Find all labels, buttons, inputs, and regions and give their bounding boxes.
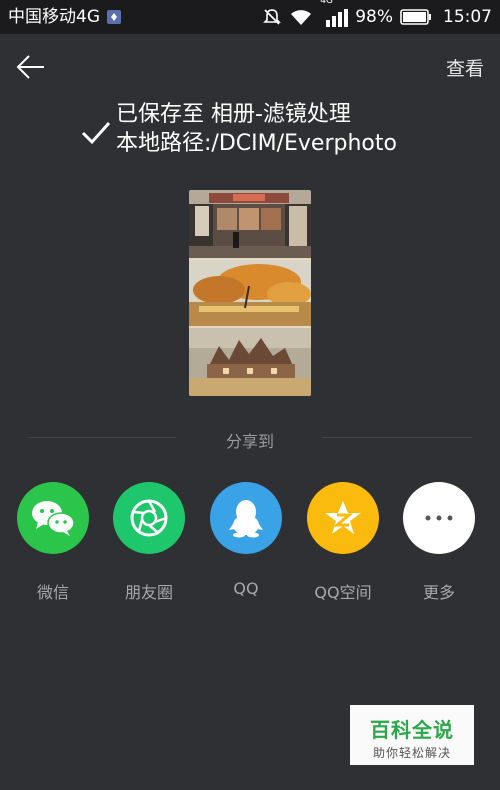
share-qq-button[interactable]: QQ xyxy=(209,482,283,598)
notification-icon xyxy=(107,10,121,24)
share-wechat-label: 微信 xyxy=(36,583,69,602)
divider-right xyxy=(322,437,472,438)
status-bar: 中国移动4G 4G 98% 15:07 xyxy=(0,0,500,34)
network-badge: 4G xyxy=(320,0,333,6)
share-moments-label: 朋友圈 xyxy=(124,583,173,602)
share-qzone-button[interactable]: QQ空间 xyxy=(306,482,380,603)
checkmark-icon xyxy=(81,121,111,145)
share-moments-button[interactable]: 朋友圈 xyxy=(112,482,186,603)
clock: 15:07 xyxy=(443,7,492,27)
watermark-subtitle: 助你轻松解决 xyxy=(372,746,451,760)
view-button[interactable]: 查看 xyxy=(446,54,484,81)
saved-album-text: 已保存至 相册-滤镜处理 xyxy=(116,102,351,127)
silent-icon xyxy=(263,9,282,25)
battery-percent: 98% xyxy=(355,7,393,27)
share-more-label: 更多 xyxy=(422,583,455,602)
photo-storefront xyxy=(189,190,311,258)
photo-castle xyxy=(189,328,311,396)
signal-icon xyxy=(326,9,349,27)
carrier-label: 中国移动4G xyxy=(8,7,100,27)
back-arrow-icon[interactable] xyxy=(14,50,48,84)
app-bar: 查看 xyxy=(0,34,500,100)
battery-icon xyxy=(400,9,431,25)
photo-autumn-trees xyxy=(189,260,311,326)
qq-icon xyxy=(210,482,282,554)
watermark-title: 百科全说 xyxy=(370,718,454,742)
wechat-icon xyxy=(17,482,89,554)
moments-icon xyxy=(113,482,185,554)
saved-path-text: 本地路径:/DCIM/Everphoto xyxy=(116,131,397,156)
qzone-icon xyxy=(307,482,379,554)
share-title: 分享到 xyxy=(225,432,274,451)
wifi-icon xyxy=(291,10,312,25)
share-qzone-label: QQ空间 xyxy=(314,583,372,602)
saved-image-thumbnail[interactable] xyxy=(189,190,311,396)
share-wechat-button[interactable]: 微信 xyxy=(16,482,90,603)
signal-indicator: 4G xyxy=(320,0,349,27)
watermark-logo: 百科全说 助你轻松解决 xyxy=(350,705,474,765)
share-more-button[interactable]: 更多 xyxy=(402,482,476,603)
share-qq-label: QQ xyxy=(233,579,259,598)
more-icon xyxy=(403,482,475,554)
